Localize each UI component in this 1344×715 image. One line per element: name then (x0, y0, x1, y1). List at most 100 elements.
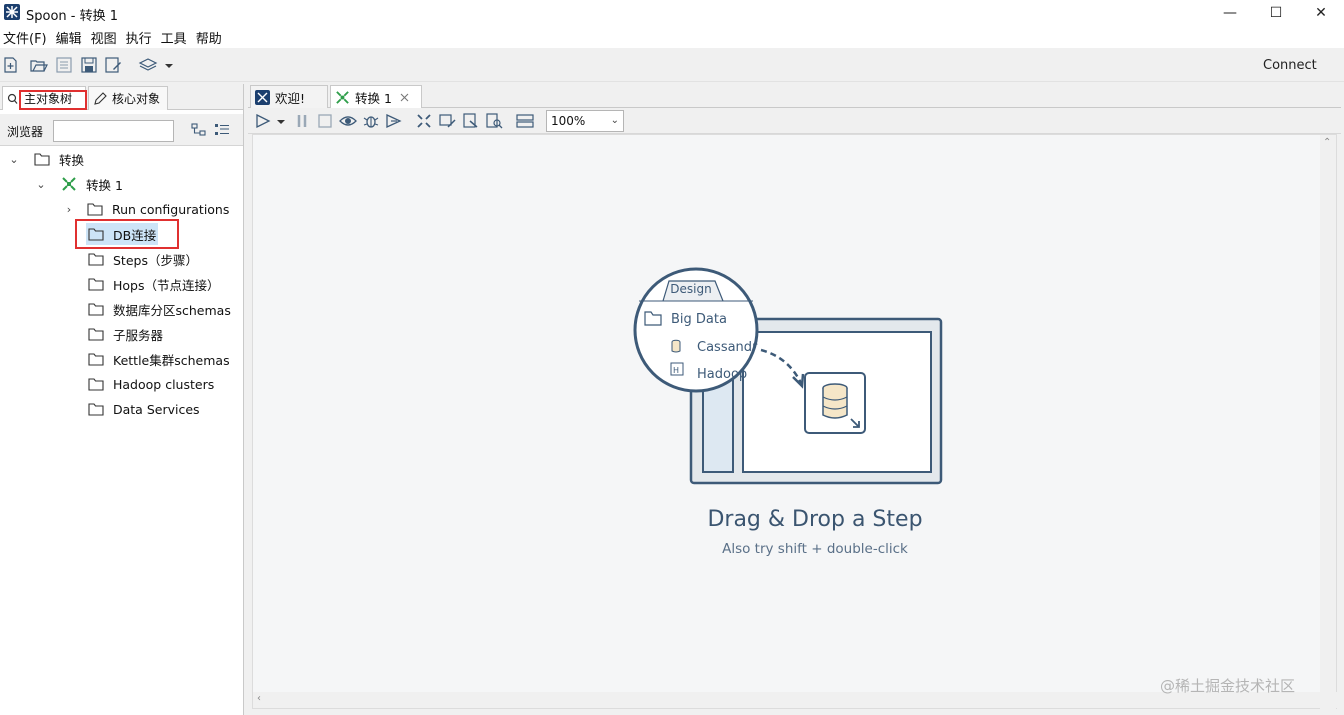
tree-item-label: Run configurations (112, 201, 230, 217)
transformation-icon (62, 177, 76, 191)
left-panel-tabs: 主对象树 核心对象 (0, 84, 243, 110)
run-icon[interactable] (254, 113, 272, 129)
tab-welcome[interactable]: 欢迎! (250, 85, 328, 108)
illustration-item-1: Cassandr (697, 340, 758, 355)
maximize-button[interactable]: ☐ (1253, 0, 1299, 26)
folder-icon (88, 402, 104, 416)
layers-dropdown-icon[interactable] (164, 57, 174, 73)
menu-help[interactable]: 帮助 (193, 28, 228, 47)
vertical-scrollbar[interactable]: ⌃ (1320, 135, 1336, 710)
drag-drop-subtitle: Also try shift + double-click (722, 541, 908, 557)
tab-core-objects[interactable]: 核心对象 (88, 86, 168, 110)
tree-item-partition-schemas[interactable]: 数据库分区schemas (88, 298, 231, 320)
explore-repository-icon[interactable] (55, 57, 73, 73)
main-toolbar: Connect (0, 48, 1344, 82)
menu-view[interactable]: 视图 (88, 28, 123, 47)
show-results-icon[interactable] (516, 113, 534, 129)
tree-item-label: Hops（节点连接） (113, 277, 220, 293)
minimize-icon: — (1223, 5, 1237, 21)
tree-item-data-services[interactable]: Data Services (88, 398, 200, 420)
folder-icon (88, 352, 104, 366)
explore-db-icon[interactable] (485, 113, 503, 129)
tab-transformation-1-label: 转换 1 (355, 90, 392, 106)
save-icon[interactable] (80, 57, 98, 73)
run-dropdown-icon[interactable] (276, 113, 286, 129)
tree-item-label: Kettle集群schemas (113, 352, 230, 368)
scroll-up-icon[interactable]: ⌃ (1323, 137, 1331, 148)
tree-item-label: Data Services (113, 401, 200, 417)
menu-bar: 文件(F) 编辑 视图 执行 工具 帮助 (0, 26, 1344, 48)
canvas-toolbar: 100% ⌄ (248, 108, 1341, 134)
transformation-canvas[interactable]: H Design Big Data Cassandr Hadoop Drag &… (252, 134, 1338, 710)
tree-item-steps[interactable]: Steps（步骤） (88, 248, 198, 270)
tree-item-cluster-schemas[interactable]: Kettle集群schemas (88, 348, 230, 370)
minimize-button[interactable]: — (1207, 0, 1253, 26)
highlight-box (19, 90, 87, 110)
tab-main-tree[interactable]: 主对象树 (2, 86, 87, 110)
stop-icon[interactable] (316, 113, 334, 129)
browser-row: 浏览器 (0, 114, 243, 146)
drag-drop-title: Drag & Drop a Step (707, 507, 923, 532)
save-as-icon[interactable] (104, 57, 122, 73)
pause-icon[interactable] (294, 113, 312, 129)
tree-item-label: 数据库分区schemas (113, 302, 231, 318)
illustration-item-2: Hadoop (697, 367, 747, 382)
tree-item-hops[interactable]: Hops（节点连接） (88, 273, 220, 295)
tab-welcome-label: 欢迎! (275, 90, 306, 106)
drag-drop-illustration: H Design Big Data Cassandr Hadoop (633, 267, 943, 485)
folder-icon (87, 202, 103, 216)
transformation-icon (336, 90, 349, 104)
pencil-icon (94, 91, 107, 105)
new-file-icon[interactable] (2, 57, 20, 73)
chevron-right-icon[interactable]: › (63, 203, 75, 216)
preview-icon[interactable] (339, 113, 357, 129)
debug-icon[interactable] (362, 113, 380, 129)
verify-icon[interactable] (416, 113, 434, 129)
editor-area: 欢迎! 转换 1 100% ⌄ H Design Big Data Cassan… (248, 84, 1341, 715)
tree-item-slave-servers[interactable]: 子服务器 (88, 323, 163, 345)
menu-tools[interactable]: 工具 (158, 28, 193, 47)
watermark: @稀土掘金技术社区 (1160, 677, 1296, 695)
folder-icon (88, 377, 104, 391)
folder-icon (88, 252, 104, 266)
zoom-select[interactable]: 100% ⌄ (546, 110, 624, 132)
replay-icon[interactable] (385, 113, 403, 129)
close-button[interactable]: ✕ (1298, 0, 1344, 26)
tree-item-label: Steps（步骤） (113, 252, 198, 268)
browser-label: 浏览器 (7, 125, 44, 139)
tree-item-label: 转换 (59, 152, 85, 168)
tree-item-transformations[interactable]: ⌄ 转换 (8, 148, 84, 170)
tab-close-icon[interactable] (400, 93, 409, 102)
sql-icon[interactable] (462, 113, 480, 129)
folder-icon (88, 302, 104, 316)
tree-item-label: Hadoop clusters (113, 376, 215, 392)
scroll-left-icon[interactable]: ‹ (257, 693, 261, 704)
folder-icon (88, 327, 104, 341)
menu-run[interactable]: 执行 (123, 28, 158, 47)
chevron-down-icon[interactable]: ⌄ (35, 178, 47, 191)
layers-icon[interactable] (138, 57, 160, 73)
zoom-value: 100% (551, 114, 586, 128)
folder-icon (88, 277, 104, 291)
connect-button[interactable]: Connect (1263, 58, 1317, 73)
left-panel: 主对象树 核心对象 浏览器 ⌄ 转换 ⌄ 转换 1 › Run configur… (0, 84, 244, 715)
chevron-down-icon[interactable]: ⌄ (8, 153, 20, 166)
tab-core-objects-label: 核心对象 (112, 92, 161, 106)
tree-item-label: 转换 1 (86, 177, 123, 193)
tree-item-run-configurations[interactable]: › Run configurations (63, 198, 230, 220)
tree-item-hadoop-clusters[interactable]: Hadoop clusters (88, 373, 214, 395)
illustration-folder-label: Big Data (671, 312, 727, 327)
close-icon: ✕ (1315, 5, 1327, 21)
tree-item-transformation-1[interactable]: ⌄ 转换 1 (35, 173, 123, 195)
spoon-app-icon (4, 4, 20, 20)
folder-icon (34, 152, 50, 166)
browser-search-input[interactable] (53, 120, 174, 142)
tab-transformation-1[interactable]: 转换 1 (330, 85, 422, 108)
expand-tree-icon[interactable] (191, 123, 207, 137)
impact-icon[interactable] (439, 113, 457, 129)
menu-edit[interactable]: 编辑 (53, 28, 88, 47)
menu-file[interactable]: 文件(F) (0, 28, 53, 47)
title-bar: Spoon - 转换 1 — ☐ ✕ (0, 0, 1344, 26)
collapse-tree-icon[interactable] (214, 123, 230, 137)
open-file-icon[interactable] (30, 57, 48, 73)
